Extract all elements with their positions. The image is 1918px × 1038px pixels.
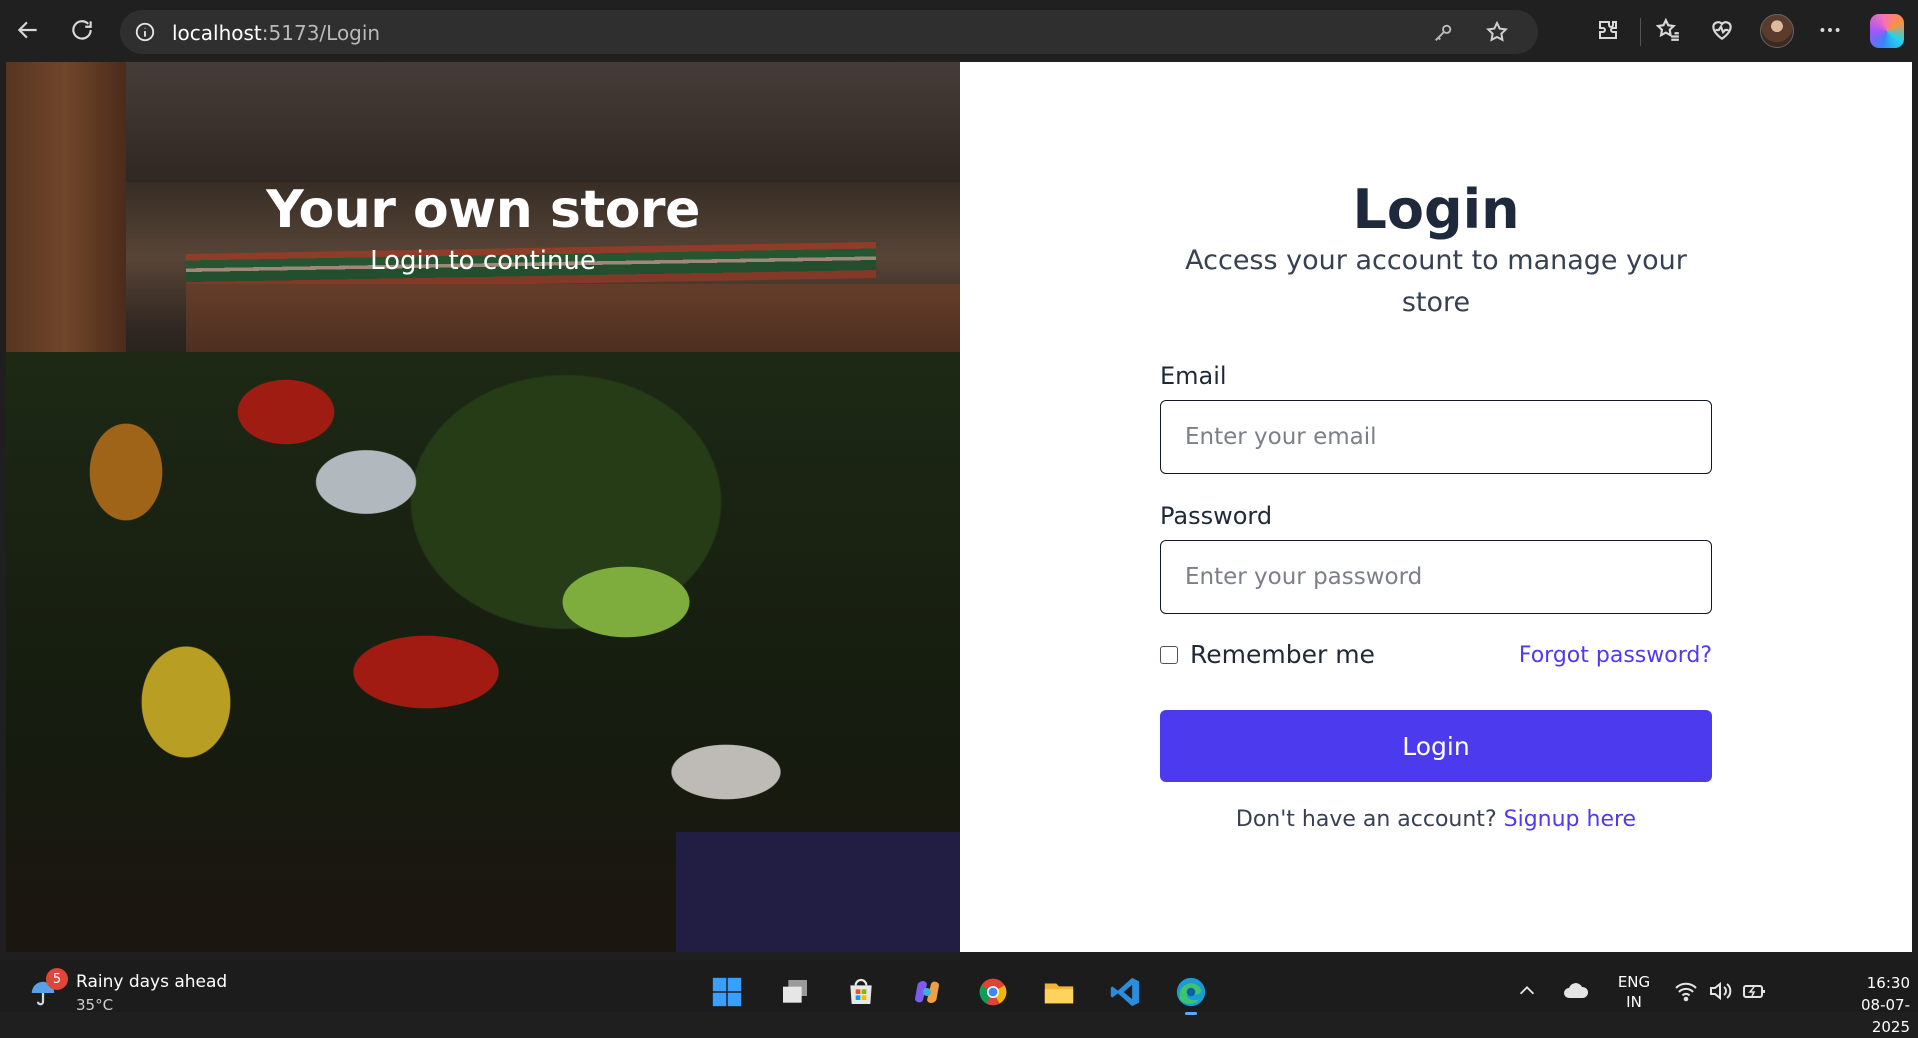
remember-label: Remember me — [1190, 640, 1375, 669]
favorite-star-icon[interactable] — [1482, 17, 1512, 47]
volume-icon[interactable] — [1708, 980, 1732, 1006]
login-panel: Login Access your account to manage your… — [960, 62, 1912, 952]
url-path: :5173/Login — [261, 21, 381, 45]
profile-avatar[interactable] — [1760, 14, 1794, 48]
hero-subtitle: Login to continue — [370, 246, 596, 276]
lang-line1: ENG — [1617, 973, 1651, 991]
weather-title[interactable]: Rainy days ahead — [76, 972, 227, 992]
site-info-icon[interactable] — [130, 17, 160, 47]
email-field[interactable] — [1160, 400, 1712, 474]
hero-title: Your own store — [266, 180, 700, 240]
signup-prompt: Don't have an account? — [1235, 807, 1497, 832]
refresh-icon[interactable] — [66, 14, 98, 46]
more-options-icon[interactable] — [1814, 14, 1846, 46]
clock-time: 16:30 — [1866, 974, 1910, 992]
tray-overflow-icon[interactable] — [1516, 980, 1538, 1006]
login-subtitle: Access your account to manage your store — [1185, 245, 1687, 318]
signup-line: Don't have an account? Signup here — [960, 807, 1912, 832]
windows-start-icon[interactable] — [708, 973, 746, 1011]
email-label: Email — [1160, 362, 1227, 390]
password-field[interactable] — [1160, 540, 1712, 614]
vscode-icon[interactable] — [1106, 973, 1144, 1011]
url-text[interactable]: localhost:5173/Login — [172, 21, 380, 45]
microsoft-store-icon[interactable] — [842, 973, 880, 1011]
edge-icon[interactable] — [1172, 973, 1210, 1015]
onedrive-icon[interactable] — [1562, 978, 1590, 1006]
task-view-icon[interactable] — [776, 973, 814, 1011]
wifi-icon[interactable] — [1674, 980, 1698, 1006]
signup-link[interactable]: Signup here — [1504, 807, 1636, 832]
password-key-icon[interactable] — [1428, 18, 1458, 48]
page-title: Login — [1352, 178, 1520, 241]
address-bar[interactable]: localhost:5173/Login — [120, 10, 1538, 54]
login-button[interactable]: Login — [1160, 710, 1712, 782]
browser-toolbar: localhost:5173/Login — [0, 0, 1918, 62]
weather-temp: 35°C — [76, 996, 114, 1014]
toolbar-separator — [1640, 18, 1641, 46]
chrome-icon[interactable] — [974, 973, 1012, 1011]
page-viewport: Your own store Login to continue Login A… — [6, 62, 1912, 952]
weather-badge: 5 — [46, 968, 68, 990]
language-indicator[interactable]: ENG IN — [1614, 972, 1654, 1012]
password-label: Password — [1160, 502, 1273, 530]
clock-date: 08-07-2025 — [1861, 996, 1910, 1036]
lang-line2: IN — [1626, 993, 1642, 1011]
favorites-icon[interactable] — [1652, 14, 1684, 46]
forgot-password-link[interactable]: Forgot password? — [1519, 643, 1712, 668]
back-icon[interactable] — [12, 14, 44, 46]
url-host: localhost — [172, 21, 262, 45]
file-explorer-icon[interactable] — [1040, 973, 1078, 1011]
copilot-app-icon[interactable] — [908, 973, 946, 1011]
copilot-icon[interactable] — [1870, 14, 1904, 48]
remember-me[interactable]: Remember me — [1160, 640, 1375, 669]
hero-image-panel: Your own store Login to continue — [6, 62, 960, 952]
extensions-icon[interactable] — [1592, 14, 1624, 46]
browser-essentials-icon[interactable] — [1706, 14, 1738, 46]
taskbar: 5 Rainy days ahead 35°C ENG IN 16:30 08-07… — [0, 960, 1918, 1036]
remember-checkbox[interactable] — [1160, 645, 1178, 664]
system-clock[interactable]: 16:30 08-07-2025 — [1826, 972, 1910, 1038]
battery-charging-icon[interactable] — [1742, 980, 1768, 1006]
